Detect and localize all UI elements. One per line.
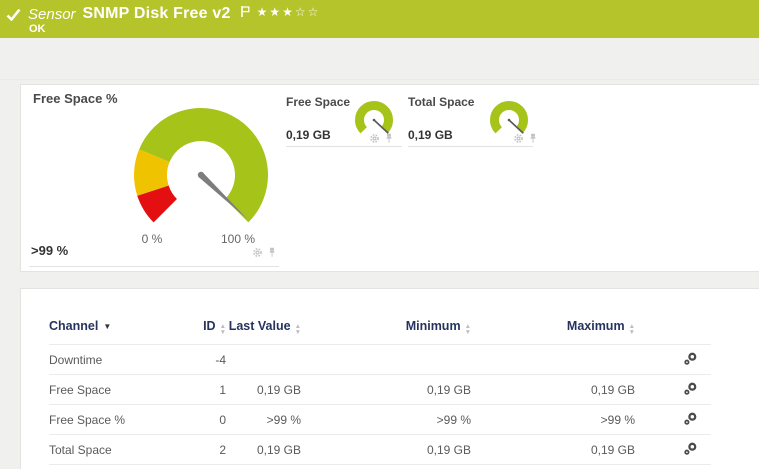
channel-minimum: >99 % (301, 404, 471, 435)
channel-name: Downtime (49, 344, 173, 375)
channel-last-value (226, 344, 301, 375)
total-space-divider (408, 146, 533, 147)
sort-icon: ▲ ▼ (294, 323, 301, 336)
status-check-icon (6, 8, 21, 21)
channel-table-panel: Channel ▼ ID ▲ ▼ Last Value ▲ ▼ Minimum ▲ ▼ Max… (20, 288, 759, 469)
main-gauge-divider (29, 266, 279, 267)
channel-id: 0 (173, 404, 226, 435)
channel-last-value: 0,19 GB (226, 374, 301, 405)
main-gauge-title: Free Space % (33, 91, 118, 106)
channel-name: Free Space (49, 374, 173, 405)
free-space-gauge-value: 0,19 GB (286, 128, 331, 142)
overview-gauges-panel: Free Space % 0 % 100 % >99 % Free Space … (20, 84, 759, 272)
gauge-settings-gear-icon[interactable] (513, 133, 524, 144)
edit-channel-icon[interactable] (684, 412, 697, 425)
column-header-id[interactable]: ID ▲ ▼ (173, 289, 226, 345)
column-header-minimum[interactable]: Minimum ▲ ▼ (301, 289, 471, 345)
channel-maximum: >99 % (471, 404, 643, 435)
gauge-settings-gear-icon[interactable] (369, 133, 380, 144)
total-space-gauge-value: 0,19 GB (408, 128, 453, 142)
free-space-gauge-title: Free Space (286, 95, 351, 109)
channel-minimum: 0,19 GB (301, 374, 471, 405)
tab-bar: Overview Live Data 2 days 60 days 365 da… (0, 38, 759, 115)
total-space-gauge-title: Total Space (408, 95, 475, 109)
channel-minimum: 0,19 GB (301, 434, 471, 465)
free-space-percent-gauge (134, 108, 268, 223)
main-gauge-value: >99 % (31, 243, 69, 258)
channel-table: Channel ▼ ID ▲ ▼ Last Value ▲ ▼ Minimum ▲ ▼ Max… (49, 289, 711, 465)
table-row: Free Space % 0 >99 % >99 % >99 % (49, 404, 711, 435)
free-space-divider (286, 146, 402, 147)
channel-maximum (471, 344, 643, 375)
table-row: Downtime -4 (49, 344, 711, 375)
sort-icon: ▲ ▼ (219, 323, 226, 336)
status-badge: OK (29, 23, 46, 35)
column-header-channel[interactable]: Channel ▼ (49, 289, 173, 345)
column-header-maximum[interactable]: Maximum ▲ ▼ (471, 289, 643, 345)
gauge-pin-icon[interactable] (528, 133, 538, 144)
gauge-pin-icon[interactable] (267, 247, 277, 258)
channel-maximum: 0,19 GB (471, 434, 643, 465)
channel-last-value: >99 % (226, 404, 301, 435)
gauge-scale-max: 100 % (220, 232, 256, 246)
sensor-header: Sensor SNMP Disk Free v2 ★★★☆☆ OK (0, 0, 759, 38)
page-title: SNMP Disk Free v2 (82, 5, 231, 22)
gauge-settings-gear-icon[interactable] (252, 247, 263, 258)
sort-icon: ▲ ▼ (464, 323, 471, 336)
channel-minimum (301, 344, 471, 375)
channel-maximum: 0,19 GB (471, 374, 643, 405)
channel-name: Total Space (49, 434, 173, 465)
channel-id: -4 (173, 344, 226, 375)
channel-id: 1 (173, 374, 226, 405)
sensor-kind-label: Sensor (28, 5, 76, 23)
priority-stars[interactable]: ★★★☆☆ (257, 5, 321, 19)
channel-id: 2 (173, 434, 226, 465)
edit-channel-icon[interactable] (684, 352, 697, 365)
channel-name: Free Space % (49, 404, 173, 435)
column-header-actions (643, 289, 711, 345)
channel-last-value: 0,19 GB (226, 434, 301, 465)
gauge-scale-min: 0 % (141, 232, 163, 246)
gauge-pin-icon[interactable] (384, 133, 394, 144)
sort-icon: ▲ ▼ (628, 323, 635, 336)
sort-desc-icon: ▼ (103, 322, 112, 331)
table-header-row: Channel ▼ ID ▲ ▼ Last Value ▲ ▼ Minimum ▲ ▼ Max… (49, 289, 711, 345)
edit-channel-icon[interactable] (684, 442, 697, 455)
column-header-last-value[interactable]: Last Value ▲ ▼ (226, 289, 301, 345)
table-row: Total Space 2 0,19 GB 0,19 GB 0,19 GB (49, 434, 711, 465)
table-row: Free Space 1 0,19 GB 0,19 GB 0,19 GB (49, 374, 711, 405)
edit-channel-icon[interactable] (684, 382, 697, 395)
flag-icon[interactable] (240, 5, 250, 18)
